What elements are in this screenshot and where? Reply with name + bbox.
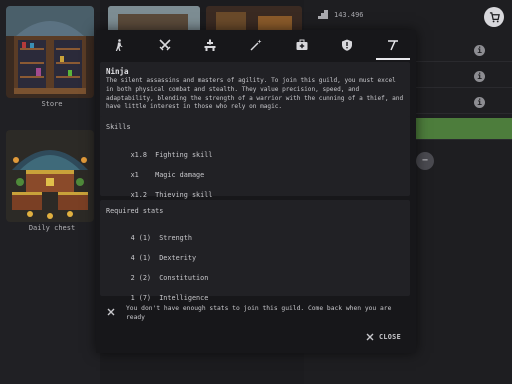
kunai-icon bbox=[388, 40, 399, 51]
tab-medic[interactable] bbox=[279, 30, 325, 60]
stat-name: Intelligence bbox=[159, 294, 209, 302]
skill-multiplier: x1.2 bbox=[130, 191, 147, 199]
list-item-selected[interactable] bbox=[416, 118, 512, 140]
skill-name: Fighting skill bbox=[155, 151, 213, 159]
info-icon[interactable]: i bbox=[474, 45, 485, 56]
close-button-label: CLOSE bbox=[379, 333, 401, 341]
builder-icon bbox=[204, 39, 216, 51]
skill-multiplier: x1.8 bbox=[130, 151, 147, 159]
shield-icon bbox=[342, 39, 353, 51]
tab-combat[interactable] bbox=[142, 30, 188, 60]
store-art bbox=[6, 6, 94, 98]
skill-multiplier: x1 bbox=[130, 171, 139, 179]
stat-name: Constitution bbox=[159, 274, 209, 282]
stat-required: (1) bbox=[138, 254, 152, 262]
magic-wand-icon bbox=[250, 39, 262, 51]
close-button[interactable]: CLOSE bbox=[366, 330, 401, 344]
currency-value: 143.496 bbox=[334, 10, 364, 19]
daily-chest-label: Daily chest bbox=[28, 224, 76, 232]
warning-message: You don't have enough stats to join this… bbox=[100, 302, 410, 324]
minus-button[interactable]: − bbox=[416, 152, 434, 170]
tab-magic[interactable] bbox=[233, 30, 279, 60]
close-icon bbox=[107, 308, 115, 316]
stat-current: 1 bbox=[130, 294, 135, 302]
stat-current: 4 bbox=[130, 234, 135, 242]
guild-description: The silent assassins and masters of agil… bbox=[106, 77, 404, 111]
skills-title: Skills bbox=[106, 123, 131, 131]
guild-tabs bbox=[96, 30, 416, 60]
left-panel: Store Daily chest bbox=[0, 0, 100, 384]
close-icon bbox=[366, 333, 374, 341]
list-item[interactable]: i bbox=[416, 40, 512, 62]
list-item[interactable]: i bbox=[416, 92, 512, 114]
skill-name: Thieving skill bbox=[155, 191, 213, 199]
store-tile[interactable] bbox=[6, 6, 94, 98]
store-label: Store bbox=[41, 100, 63, 108]
stat-name: Dexterity bbox=[159, 254, 197, 262]
tab-ninja[interactable] bbox=[370, 30, 416, 60]
info-icon[interactable]: i bbox=[474, 97, 485, 108]
stat-current: 2 bbox=[130, 274, 135, 282]
required-stats-title: Required stats bbox=[106, 207, 164, 215]
warning-text: You don't have enough stats to join this… bbox=[126, 305, 392, 321]
stat-required: (2) bbox=[138, 274, 152, 282]
required-stats-card: Required stats 4 (1) Strength 4 (1) Dext… bbox=[100, 200, 410, 302]
guild-dialog: Ninja The silent assassins and masters o… bbox=[96, 30, 416, 353]
stat-name: Strength bbox=[159, 234, 192, 242]
list-item[interactable]: i bbox=[416, 66, 512, 88]
info-icon[interactable]: i bbox=[474, 71, 485, 82]
stat-current: 4 bbox=[130, 254, 135, 262]
daily-chest-art bbox=[6, 130, 94, 222]
cart-button[interactable] bbox=[484, 7, 504, 27]
stat-required: (7) bbox=[138, 294, 152, 302]
stat-required: (1) bbox=[138, 234, 152, 242]
skills-card: Skills x1.8 Fighting skill x1 Magic dama… bbox=[100, 116, 410, 199]
tab-construction[interactable] bbox=[187, 30, 233, 60]
tab-defense[interactable] bbox=[325, 30, 371, 60]
crossed-swords-icon bbox=[159, 39, 171, 51]
guild-name: Ninja bbox=[106, 67, 129, 76]
walking-icon bbox=[115, 39, 123, 51]
stairs-icon bbox=[318, 10, 328, 19]
tab-walker[interactable] bbox=[96, 30, 142, 60]
daily-chest-tile[interactable] bbox=[6, 130, 94, 222]
cart-icon bbox=[489, 11, 500, 22]
skill-name: Magic damage bbox=[155, 171, 205, 179]
currency-display: 143.496 bbox=[318, 10, 364, 19]
medical-kit-icon bbox=[296, 39, 308, 50]
